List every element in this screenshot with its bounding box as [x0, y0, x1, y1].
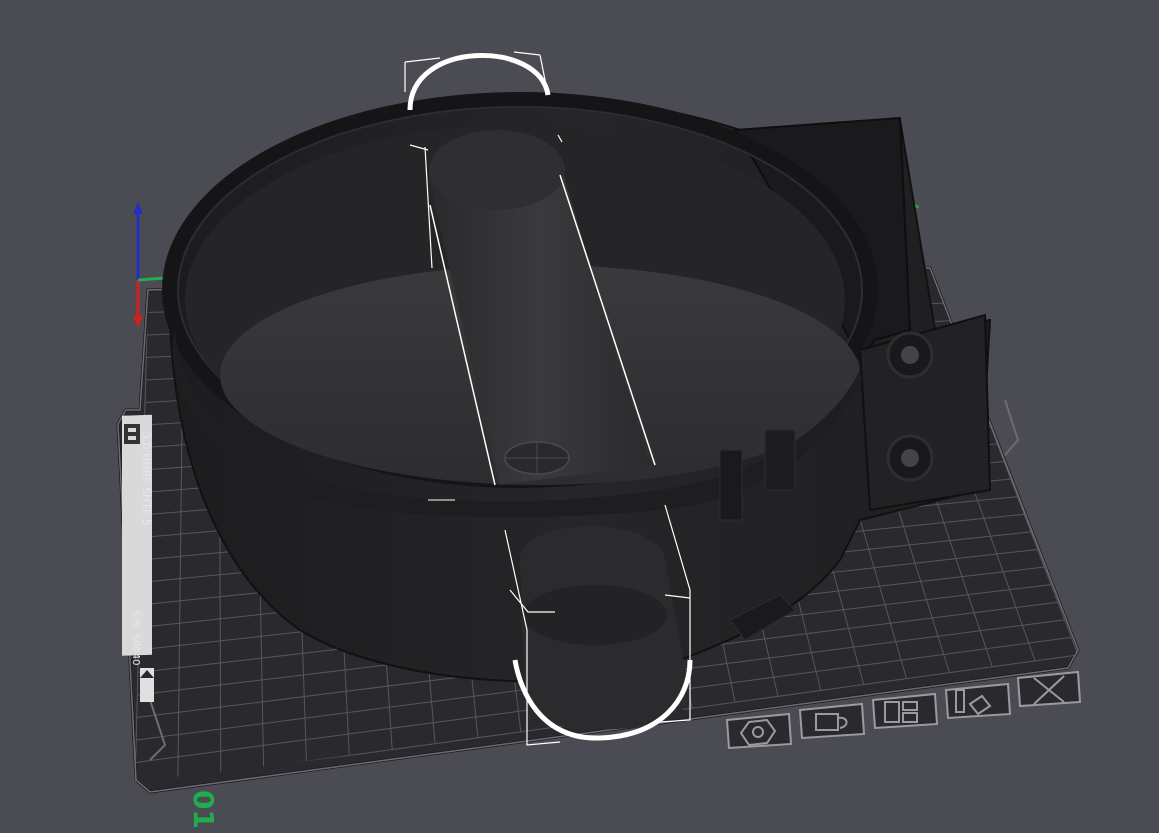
bed-id-label: 01: [187, 790, 220, 829]
shapes-icon: [944, 682, 1012, 720]
nut-icon: [725, 712, 793, 750]
layout-icon: [871, 692, 939, 730]
arrow-icon: [140, 668, 154, 702]
3d-viewport[interactable]: 3.0 HHRF SHTF 5 S/N: S0040 01 Y: [0, 0, 1159, 833]
close-icon: [1016, 670, 1082, 708]
printer-brand-icon: [124, 424, 140, 444]
sticker-line1: 3.0 HHRF SHTF 5: [140, 432, 153, 526]
sticker-line2: S/N: S0040: [130, 610, 141, 666]
material-icon: [798, 702, 866, 740]
y-axis: [137, 276, 166, 282]
scene[interactable]: 3.0 HHRF SHTF 5 S/N: S0040 01 Y: [0, 0, 1159, 833]
